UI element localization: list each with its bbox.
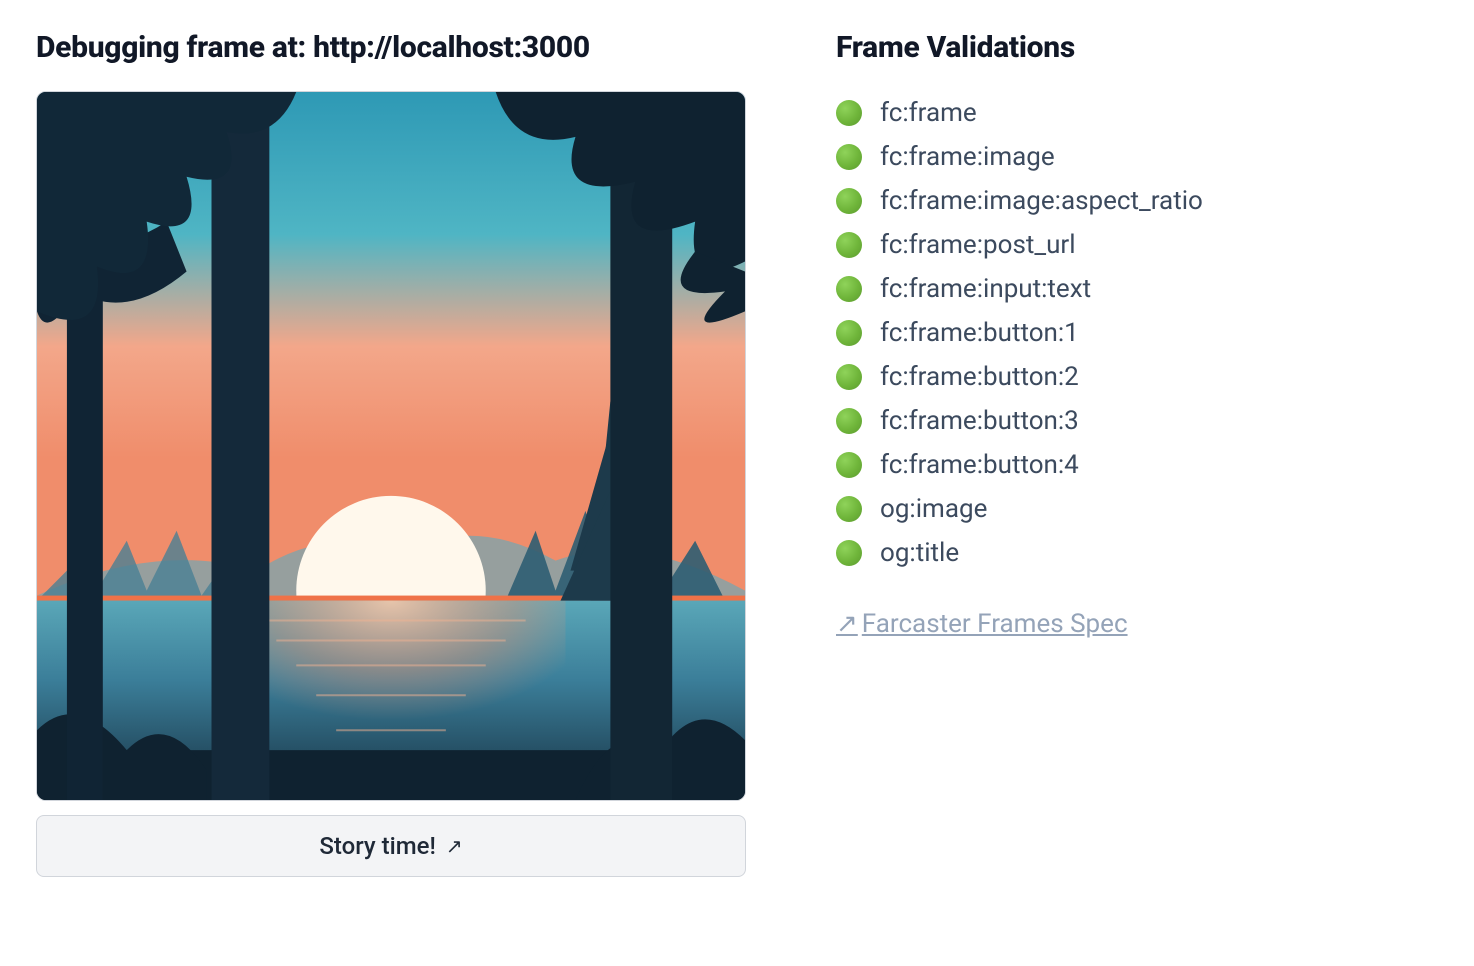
status-pass-icon: [836, 452, 862, 478]
external-link-icon: ↗: [446, 836, 463, 856]
validation-label: fc:frame:button:2: [880, 362, 1079, 392]
validation-label: fc:frame:button:4: [880, 450, 1079, 480]
spec-link-label: Farcaster Frames Spec: [862, 609, 1128, 639]
button-label: Story time!: [319, 832, 436, 860]
status-pass-icon: [836, 144, 862, 170]
frame-image: [36, 91, 746, 801]
status-pass-icon: [836, 100, 862, 126]
status-pass-icon: [836, 540, 862, 566]
status-pass-icon: [836, 496, 862, 522]
status-pass-icon: [836, 276, 862, 302]
external-link-icon: ↗: [836, 609, 858, 639]
validation-item: fc:frame:image:aspect_ratio: [836, 179, 1436, 223]
validation-label: fc:frame:input:text: [880, 274, 1091, 304]
validation-label: fc:frame:image: [880, 142, 1055, 172]
validation-item: fc:frame:post_url: [836, 223, 1436, 267]
validation-label: fc:frame:image:aspect_ratio: [880, 186, 1203, 216]
frames-spec-link[interactable]: ↗Farcaster Frames Spec: [836, 609, 1128, 639]
validation-list: fc:frame fc:frame:image fc:frame:image:asp…: [836, 91, 1436, 575]
status-pass-icon: [836, 408, 862, 434]
validation-item: og:title: [836, 531, 1436, 575]
validation-label: og:title: [880, 538, 959, 568]
validation-item: og:image: [836, 487, 1436, 531]
validation-item: fc:frame:button:3: [836, 399, 1436, 443]
validation-item: fc:frame:button:2: [836, 355, 1436, 399]
validation-label: fc:frame:post_url: [880, 230, 1076, 260]
status-pass-icon: [836, 320, 862, 346]
page-title: Debugging frame at: http://localhost:300…: [36, 30, 746, 65]
validation-item: fc:frame: [836, 91, 1436, 135]
story-time-button[interactable]: Story time! ↗: [36, 815, 746, 877]
status-pass-icon: [836, 364, 862, 390]
validation-item: fc:frame:button:1: [836, 311, 1436, 355]
validation-item: fc:frame:input:text: [836, 267, 1436, 311]
validation-label: fc:frame:button:1: [880, 318, 1079, 348]
validation-item: fc:frame:image: [836, 135, 1436, 179]
validation-item: fc:frame:button:4: [836, 443, 1436, 487]
validation-label: og:image: [880, 494, 987, 524]
validation-label: fc:frame:button:3: [880, 406, 1079, 436]
status-pass-icon: [836, 232, 862, 258]
validations-title: Frame Validations: [836, 30, 1436, 65]
status-pass-icon: [836, 188, 862, 214]
validation-label: fc:frame: [880, 98, 977, 128]
